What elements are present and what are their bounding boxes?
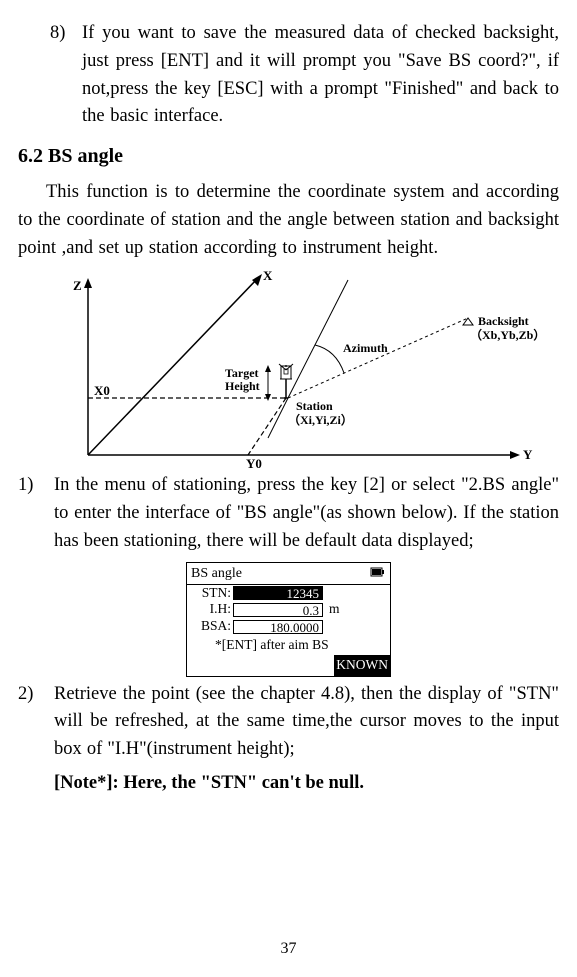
ih-value: 0.3	[233, 603, 323, 617]
station-label: Station	[296, 399, 333, 413]
known-button: KNOWN	[334, 655, 390, 675]
list-item-8: 8) If you want to save the measured data…	[50, 20, 559, 131]
x-axis-label: X	[263, 270, 273, 283]
intro-paragraph: This function is to determine the coordi…	[18, 179, 559, 262]
list-item-2: 2) Retrieve the point (see the chapter 4…	[18, 681, 559, 764]
ih-row: I.H: 0.3 m	[187, 601, 390, 618]
page-number: 37	[0, 937, 577, 961]
hint-row: *[ENT] after aim BS	[187, 635, 390, 655]
item-number: 1)	[18, 472, 54, 555]
item-text: If you want to save the measured data of…	[82, 20, 559, 131]
y-axis-label: Y	[523, 447, 533, 462]
target-height-label-1: Target	[225, 366, 259, 380]
azimuth-label: Azimuth	[343, 341, 388, 355]
bsa-label: BSA:	[191, 618, 233, 635]
x0-label: X0	[94, 383, 110, 398]
item-text: In the menu of stationing, press the key…	[54, 472, 559, 555]
item-number: 8)	[50, 20, 82, 131]
bsa-value: 180.0000	[233, 620, 323, 634]
item-text: Retrieve the point (see the chapter 4.8)…	[54, 681, 559, 764]
known-row: KNOWN	[187, 655, 390, 675]
ih-label: I.H:	[191, 601, 233, 618]
device-display: BS angle STN: 12345 I.H: 0.3 m BSA: 180.…	[186, 562, 391, 677]
display-title-row: BS angle	[187, 563, 390, 585]
note-text: [Note*]: Here, the "STN" can't be null.	[54, 770, 559, 798]
target-height-label-2: Height	[225, 379, 260, 393]
y0-label: Y0	[246, 456, 262, 470]
stn-row: STN: 12345	[187, 585, 390, 602]
backsight-label: Backsight	[478, 314, 529, 328]
section-heading: 6.2 BS angle	[18, 141, 559, 171]
bsa-row: BSA: 180.0000	[187, 618, 390, 635]
ih-unit: m	[323, 601, 340, 618]
stn-value: 12345	[233, 586, 323, 600]
z-axis-label: Z	[73, 278, 82, 293]
battery-icon	[370, 563, 386, 583]
coordinate-diagram: Z Y X Azimuth	[38, 270, 558, 470]
list-item-1: 1) In the menu of stationing, press the …	[18, 472, 559, 555]
stn-label: STN:	[191, 585, 233, 602]
display-title: BS angle	[191, 563, 242, 584]
station-coord: （Xi,Yi,Zi）	[288, 412, 353, 427]
backsight-coord: （Xb,Yb,Zb）	[470, 327, 545, 342]
item-number: 2)	[18, 681, 54, 764]
